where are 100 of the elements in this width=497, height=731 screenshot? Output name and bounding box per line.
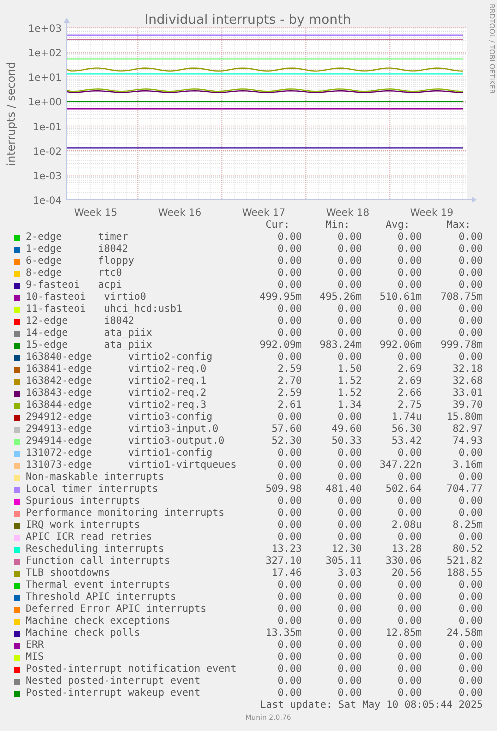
min-value: 0.00 — [336, 592, 362, 604]
avg-value: 2.75 — [396, 400, 422, 412]
avg-value: 2.08u — [390, 520, 422, 532]
max-value: 32.68 — [452, 376, 483, 388]
series-name: Machine check exceptions — [26, 616, 172, 628]
cur-value: 0.00 — [276, 652, 302, 664]
cur-value: 0.00 — [276, 460, 302, 472]
avg-value: 2.66 — [396, 388, 422, 400]
avg-value: 0.00 — [396, 508, 422, 520]
max-value: 0.00 — [458, 472, 483, 484]
series-name: 131073-edge virtio1-virtqueues — [26, 460, 238, 472]
avg-value: 0.00 — [396, 280, 422, 292]
max-value: 0.00 — [458, 604, 483, 616]
series-name: 294913-edge virtio3-input.0 — [26, 424, 220, 436]
min-value: 0.00 — [336, 688, 362, 700]
cur-value: 327.10 — [264, 556, 302, 568]
cur-value: 0.00 — [276, 520, 302, 532]
avg-value: 502.64 — [384, 484, 422, 496]
avg-value: 0.00 — [396, 532, 422, 544]
max-value: 80.52 — [452, 544, 483, 556]
min-value: 305.11 — [324, 556, 362, 568]
max-value: 0.00 — [458, 328, 483, 340]
y-axis-label: interrupts / second — [5, 62, 18, 166]
cur-value: 0.00 — [276, 580, 302, 592]
y-tick-label: 1e+03 — [28, 24, 62, 35]
min-value: 12.30 — [330, 544, 362, 556]
min-value: 0.00 — [336, 244, 362, 256]
avg-value: 0.00 — [396, 256, 422, 268]
max-value: 82.97 — [452, 424, 483, 436]
max-value: 188.55 — [446, 568, 483, 580]
min-value: 0.00 — [336, 304, 362, 316]
min-value: 0.00 — [336, 604, 362, 616]
avg-value: 2.69 — [396, 364, 422, 376]
y-tick-label: 1e+01 — [28, 73, 62, 84]
min-value: 0.00 — [336, 460, 362, 472]
series-name: 163844-edge virtio2-req.3 — [26, 400, 208, 412]
last-update-text: Last update: Sat May 10 08:05:44 2025 — [260, 700, 483, 712]
cur-value: 509.98 — [264, 484, 302, 496]
min-value: 0.00 — [336, 616, 362, 628]
cur-value: 0.00 — [276, 604, 302, 616]
x-tick-label: Week 16 — [158, 208, 202, 219]
x-tick-label: Week 17 — [242, 208, 286, 219]
cur-value: 0.00 — [276, 688, 302, 700]
y-tick-label: 1e-03 — [33, 171, 62, 182]
avg-value: 13.28 — [390, 544, 422, 556]
min-value: 50.33 — [330, 436, 362, 448]
max-value: 33.01 — [452, 388, 483, 400]
cur-value: 2.70 — [276, 376, 302, 388]
min-value: 0.00 — [336, 520, 362, 532]
max-value: 32.18 — [452, 364, 483, 376]
avg-value: 992.06m — [378, 340, 422, 352]
series-name: 1-edge i8042 — [26, 244, 130, 256]
cur-value: 0.00 — [276, 640, 302, 652]
cur-value: 0.00 — [276, 508, 302, 520]
cur-value: 0.00 — [276, 472, 302, 484]
cur-value: 0.00 — [276, 592, 302, 604]
max-value: 0.00 — [458, 532, 483, 544]
cur-value: 992.09m — [258, 340, 302, 352]
max-value: 0.00 — [458, 256, 483, 268]
chart-title: Individual interrupts - by month — [144, 13, 352, 28]
min-value: 1.50 — [336, 364, 362, 376]
min-value: 0.00 — [336, 532, 362, 544]
max-value: 0.00 — [458, 280, 483, 292]
cur-value: 0.00 — [276, 532, 302, 544]
cur-value: 17.46 — [270, 568, 302, 580]
min-value: 0.00 — [336, 256, 362, 268]
avg-value: 330.06 — [384, 556, 422, 568]
column-header: Max: — [446, 220, 472, 232]
avg-value: 56.30 — [390, 424, 422, 436]
series-name: Function call interrupts — [26, 556, 172, 568]
cur-value: 13.23 — [270, 544, 302, 556]
min-value: 1.34 — [336, 400, 362, 412]
avg-value: 0.00 — [396, 640, 422, 652]
cur-value: 52.30 — [270, 436, 302, 448]
cur-value: 0.00 — [276, 280, 302, 292]
min-value: 1.52 — [336, 388, 362, 400]
series-name: 163842-edge virtio2-req.1 — [26, 376, 208, 388]
min-value: 3.03 — [336, 568, 362, 580]
series-name: TLB shootdowns — [26, 568, 112, 580]
series-name: Thermal event interrupts — [26, 580, 172, 592]
max-value: 0.00 — [458, 640, 483, 652]
min-value: 0.00 — [336, 268, 362, 280]
min-value: 0.00 — [336, 496, 362, 508]
min-value: 0.00 — [336, 640, 362, 652]
series-name: 131072-edge virtio1-config — [26, 448, 214, 460]
cur-value: 0.00 — [276, 316, 302, 328]
max-value: 704.77 — [446, 484, 483, 496]
avg-value: 0.00 — [396, 352, 422, 364]
series-name: Nested posted-interrupt event — [26, 676, 202, 688]
x-tick-label: Week 15 — [74, 208, 118, 219]
series-name: 14-edge ata_piix — [26, 328, 154, 340]
avg-value: 0.00 — [396, 244, 422, 256]
x-tick-label: Week 18 — [326, 208, 370, 219]
min-value: 0.00 — [336, 412, 362, 424]
cur-value: 0.00 — [276, 268, 302, 280]
min-value: 0.00 — [336, 448, 362, 460]
cur-value: 0.00 — [276, 352, 302, 364]
x-tick-label: Week 19 — [410, 208, 454, 219]
series-name: 2-edge timer — [26, 232, 130, 244]
series-name: 12-edge i8042 — [26, 316, 136, 328]
